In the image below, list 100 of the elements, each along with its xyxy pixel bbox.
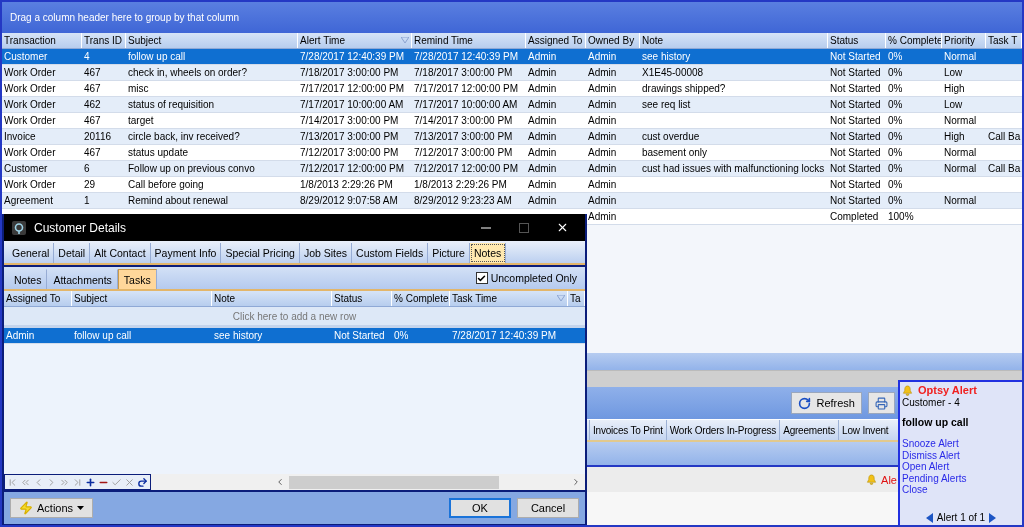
add-icon[interactable] — [84, 475, 97, 489]
scroll-thumb[interactable] — [289, 475, 499, 489]
table-cell: X1E45-00008 — [642, 67, 704, 78]
table-row[interactable]: Work Order 467 check in, wheels on order? 7/18/2017 3:00:00 PM 7/18/2017 3:00:00 PM Admin Admin X1E45-00008 Not Started 0% Low — [2, 65, 1022, 81]
table-cell: 467 — [84, 115, 101, 126]
table-cell: 7/18/2017 3:00:00 PM — [414, 67, 513, 78]
table-cell: 7/28/2017 12:40:39 PM — [414, 51, 518, 62]
tab[interactable]: Payment Info — [150, 243, 222, 263]
column-header[interactable]: Assigned To — [4, 291, 72, 306]
table-cell: target — [128, 115, 154, 126]
table-cell: Work Order — [4, 179, 56, 190]
table-cell: Admin — [528, 115, 557, 126]
column-header[interactable]: Trans ID — [82, 33, 126, 48]
cancel-button[interactable]: Cancel — [517, 498, 579, 518]
table-cell: 0% — [888, 99, 903, 110]
column-header[interactable]: Task T — [986, 33, 1022, 48]
module-tab[interactable]: Work Orders In-Progress — [665, 420, 780, 440]
module-tab[interactable]: Low Invent — [838, 420, 892, 440]
table-cell: 0% — [888, 67, 903, 78]
tab[interactable]: Job Sites — [299, 243, 353, 263]
sort-icon — [401, 37, 409, 43]
table-row[interactable]: Work Order 462 status of requisition 7/17/2017 10:00:00 AM 7/17/2017 10:00:00 AM Admin Admin see req list Not Started 0% Low — [2, 97, 1022, 113]
column-header[interactable]: Remind Time — [412, 33, 526, 48]
scroll-left-icon[interactable] — [275, 477, 285, 487]
column-header[interactable]: Note — [640, 33, 828, 48]
sub-tab[interactable]: Tasks — [117, 269, 157, 289]
tab[interactable]: Notes — [469, 243, 507, 263]
table-cell: Admin — [528, 179, 557, 190]
table-cell: 0% — [394, 330, 409, 341]
column-header[interactable]: Status — [828, 33, 886, 48]
column-header[interactable]: Status — [332, 291, 392, 306]
column-header[interactable]: Subject — [126, 33, 298, 48]
column-header[interactable]: Subject — [72, 291, 212, 306]
table-row[interactable]: Agreement 1 Remind about renewal 8/29/2012 9:07:58 AM 8/29/2012 9:23:23 AM Admin Admin Not Started 0% Normal — [2, 193, 1022, 209]
ok-button[interactable]: OK — [449, 498, 511, 518]
tab[interactable]: Special Pricing — [221, 243, 300, 263]
table-cell: Admin — [528, 51, 557, 62]
scroll-right-icon[interactable] — [571, 477, 581, 487]
alert-link[interactable]: Close — [902, 484, 1020, 496]
table-row[interactable]: Customer 4 follow up call 7/28/2017 12:40:39 PM 7/28/2017 12:40:39 PM Admin Admin see history Not Started 0% Normal — [2, 49, 1022, 65]
column-header[interactable]: Owned By — [586, 33, 640, 48]
table-cell: Admin — [528, 131, 557, 142]
column-header[interactable]: Task Time — [450, 291, 568, 306]
table-cell: 7/17/2017 10:00:00 AM — [300, 99, 404, 110]
column-header[interactable]: Note — [212, 291, 332, 306]
table-cell: 0% — [888, 51, 903, 62]
table-cell: Not Started — [830, 51, 881, 62]
sub-tab[interactable]: Notes — [8, 269, 48, 289]
status-alert[interactable]: Ale — [881, 473, 897, 486]
table-cell: Not Started — [830, 115, 881, 126]
tab[interactable]: Picture — [428, 243, 470, 263]
table-cell: Invoice — [4, 131, 36, 142]
table-row[interactable]: Work Order 467 misc 7/17/2017 12:00:00 PM 7/17/2017 12:00:00 PM Admin Admin drawings shipped? Not Started 0% High — [2, 81, 1022, 97]
module-tab[interactable]: Invoices To Print — [589, 420, 666, 440]
column-header[interactable]: Transaction — [2, 33, 82, 48]
print-button[interactable] — [868, 392, 895, 414]
table-cell: Admin — [588, 99, 617, 110]
table-row[interactable]: Work Order 467 target 7/14/2017 3:00:00 PM 7/14/2017 3:00:00 PM Admin Admin Not Started 0% Normal — [2, 113, 1022, 129]
actions-button[interactable]: Actions — [10, 498, 94, 518]
alert-link[interactable]: Pending Alerts — [902, 472, 1020, 484]
table-cell: 100% — [888, 211, 914, 222]
tab[interactable]: Custom Fields — [352, 243, 429, 263]
tab[interactable]: Alt Contact — [90, 243, 151, 263]
table-cell: Low — [944, 99, 963, 110]
table-cell: 7/12/2017 12:00:00 PM — [300, 163, 404, 174]
table-cell: 4 — [84, 51, 90, 62]
next-icon[interactable] — [989, 512, 997, 523]
column-header[interactable]: % Complete — [392, 291, 450, 306]
checkbox-label: Uncompleted Only — [490, 272, 577, 284]
alert-link[interactable]: Open Alert — [902, 461, 1020, 473]
tab[interactable]: General — [8, 243, 55, 263]
table-row[interactable]: Invoice 20116 circle back, inv received? 7/13/2017 3:00:00 PM 7/13/2017 3:00:00 PM Admin Admin cust overdue Not Started 0% High Call Ba — [2, 129, 1022, 145]
module-tab[interactable]: Agreements — [779, 420, 839, 440]
sub-tab[interactable]: Attachments — [47, 269, 118, 289]
table-cell: 7/18/2017 3:00:00 PM — [300, 67, 399, 78]
table-row[interactable]: Work Order 29 Call before going 1/8/2013 2:29:26 PM 1/8/2013 2:29:26 PM Admin Admin Not Started 0% — [2, 177, 1022, 193]
column-header[interactable]: Priority — [942, 33, 986, 48]
new-row-bar[interactable]: Click here to add a new row — [4, 307, 585, 328]
tab[interactable]: Detail — [54, 243, 91, 263]
table-row[interactable]: Admin follow up call see history Not Started 0% 7/28/2017 12:40:39 PM — [4, 328, 585, 344]
redo-icon[interactable] — [136, 475, 149, 489]
alert-link[interactable]: Snooze Alert — [902, 438, 1020, 450]
table-cell: Work Order — [4, 115, 56, 126]
table-cell: 467 — [84, 83, 101, 94]
table-cell: Work Order — [4, 99, 56, 110]
column-header[interactable]: Alert Time — [298, 33, 412, 48]
table-cell: 1 — [84, 195, 90, 206]
table-row[interactable]: Work Order 467 status update 7/12/2017 3:00:00 PM 7/12/2017 3:00:00 PM Admin Admin basement only Not Started 0% Normal — [2, 145, 1022, 161]
column-header[interactable]: Ta — [568, 291, 585, 306]
table-cell: check in, wheels on order? — [128, 67, 247, 78]
previous-icon[interactable] — [925, 512, 933, 523]
table-cell: circle back, inv received? — [128, 131, 240, 142]
table-cell: Work Order — [4, 147, 56, 158]
table-cell: Admin — [588, 147, 617, 158]
refresh-button[interactable]: Refresh — [791, 392, 862, 414]
alert-link[interactable]: Dismiss Alert — [902, 449, 1020, 461]
column-header[interactable]: Assigned To — [526, 33, 586, 48]
table-row[interactable]: Customer 6 Follow up on previous convo 7/12/2017 12:00:00 PM 7/12/2017 12:00:00 PM Admin Admin cust had issues with malfunctioning locks Not Started 0% Normal Call Ba — [2, 161, 1022, 177]
table-cell: Not Started — [830, 67, 881, 78]
checkbox[interactable] — [475, 272, 488, 284]
